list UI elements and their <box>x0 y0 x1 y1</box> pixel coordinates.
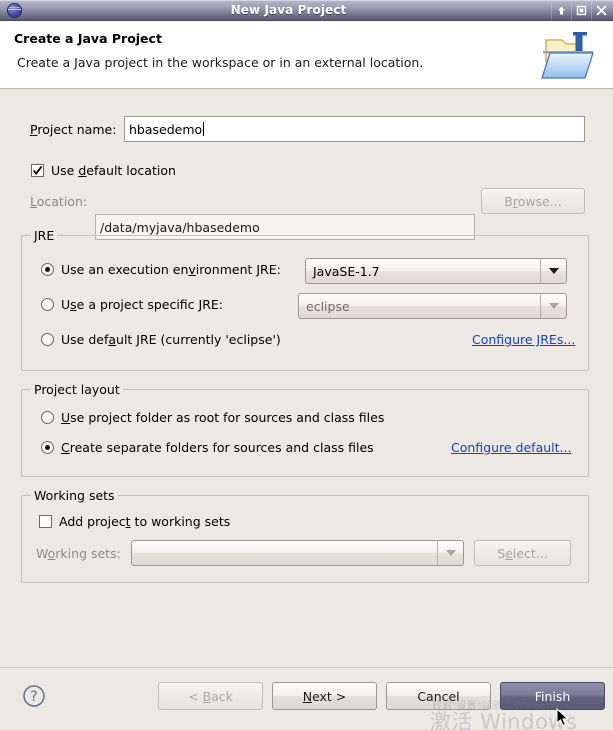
dialog-buttons: < Back Next > Cancel Finish <box>158 682 605 710</box>
radio-use-execution-environment-jre[interactable]: Use an execution environment JRE: <box>41 262 281 277</box>
shade-icon[interactable] <box>551 1 571 20</box>
cancel-button[interactable]: Cancel <box>386 682 491 710</box>
checkbox-box <box>31 164 44 177</box>
radio-dot <box>41 298 54 311</box>
help-question-icon[interactable]: ? <box>22 684 46 708</box>
project-specific-jre-combo[interactable]: eclipse <box>298 293 567 319</box>
close-icon[interactable] <box>591 1 611 20</box>
checkbox-box <box>39 515 52 528</box>
radio-label: Use an execution environment JRE: <box>61 262 281 277</box>
finish-button[interactable]: Finish <box>500 682 605 710</box>
radio-use-default-jre[interactable]: Use default JRE (currently 'eclipse') <box>41 332 281 347</box>
select-working-sets-button[interactable]: Select... <box>474 540 571 566</box>
execution-environment-combo[interactable]: JavaSE-1.7 <box>305 258 567 284</box>
page-description: Create a Java project in the workspace o… <box>17 55 424 70</box>
project-name-input[interactable]: hbasedemo <box>124 116 585 142</box>
text-caret <box>203 122 205 136</box>
finish-label: Finish <box>534 688 571 704</box>
back-label: < Back <box>188 688 233 704</box>
project-layout-group-title: Project layout <box>31 382 123 397</box>
chevron-down-icon[interactable] <box>437 541 463 565</box>
checkbox-label: Add project to working sets <box>59 514 231 529</box>
jre-group: JRE Use an execution environment JRE: Ja… <box>21 228 589 371</box>
new-java-project-dialog: New Java Project Create a Java Project C… <box>0 0 613 730</box>
wizard-header: Create a Java Project Create a Java proj… <box>0 21 613 89</box>
browse-button[interactable]: Browse... <box>481 188 585 214</box>
chevron-down-icon[interactable] <box>540 294 566 318</box>
browse-label: Browse... <box>504 193 562 209</box>
use-default-location-checkbox[interactable]: Use default location <box>31 163 176 178</box>
radio-label: Use a project specific JRE: <box>61 297 224 312</box>
radio-label: Use project folder as root for sources a… <box>61 410 385 425</box>
radio-dot <box>41 411 54 424</box>
select-label: Select... <box>497 545 548 561</box>
radio-dot <box>41 263 54 276</box>
location-label: Location: <box>30 194 88 209</box>
working-sets-combo[interactable] <box>131 540 464 566</box>
radio-use-project-folder-as-root[interactable]: Use project folder as root for sources a… <box>41 410 384 425</box>
configure-default-link[interactable]: Configure default... <box>451 440 571 455</box>
working-sets-group: Working sets Add project to working sets… <box>21 488 589 583</box>
project-name-label: Project name: <box>30 122 117 137</box>
radio-dot <box>41 441 54 454</box>
radio-create-separate-folders[interactable]: Create separate folders for sources and … <box>41 440 374 455</box>
radio-label: Use default JRE (currently 'eclipse') <box>61 332 281 347</box>
dialog-footer: ? < Back Next > Cancel Finish <box>0 667 613 730</box>
radio-dot <box>41 333 54 346</box>
execution-environment-value: JavaSE-1.7 <box>313 263 380 279</box>
configure-jres-link[interactable]: Configure JREs... <box>472 332 575 347</box>
working-sets-group-title: Working sets <box>31 488 118 503</box>
back-button[interactable]: < Back <box>158 682 263 710</box>
window-controls <box>551 1 611 20</box>
next-button[interactable]: Next > <box>272 682 377 710</box>
jre-group-title: JRE <box>31 228 58 243</box>
titlebar[interactable]: New Java Project <box>0 0 613 21</box>
project-specific-jre-value: eclipse <box>306 298 350 314</box>
java-project-folder-icon <box>535 26 601 84</box>
checkbox-label: Use default location <box>51 163 176 178</box>
project-name-value: hbasedemo <box>129 121 203 137</box>
eclipse-globe-icon <box>4 1 24 19</box>
wizard-body: Project name: hbasedemo Use default loca… <box>0 90 613 667</box>
add-project-to-working-sets-checkbox[interactable]: Add project to working sets <box>39 514 230 529</box>
radio-label: Create separate folders for sources and … <box>61 440 374 455</box>
maximize-icon[interactable] <box>571 1 591 20</box>
working-sets-label: Working sets: <box>36 546 121 561</box>
svg-text:?: ? <box>30 689 37 705</box>
page-title: Create a Java Project <box>14 31 162 46</box>
project-layout-group: Project layout Use project folder as roo… <box>21 382 589 477</box>
window-title: New Java Project <box>230 3 347 17</box>
location-value: /data/myjava/hbasedemo <box>100 219 260 235</box>
cancel-label: Cancel <box>417 688 460 704</box>
next-label: Next > <box>302 688 347 704</box>
radio-use-project-specific-jre[interactable]: Use a project specific JRE: <box>41 297 223 312</box>
chevron-down-icon[interactable] <box>540 259 566 283</box>
